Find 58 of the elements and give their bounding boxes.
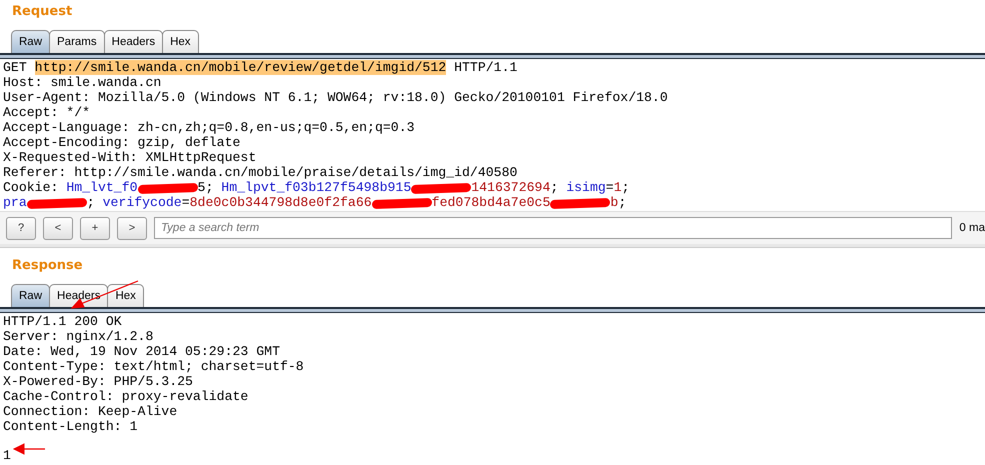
code-text: HTTP/1.1 200 OK: [3, 314, 122, 329]
code-text: Accept-Encoding: gzip, deflate: [3, 135, 240, 150]
tab[interactable]: Hex: [162, 30, 199, 53]
code-text: Cache-Control: proxy-revalidate: [3, 389, 248, 404]
toolbar-button[interactable]: ?: [6, 216, 36, 240]
code-text: HTTP/1.1: [453, 60, 518, 75]
section-title: Request: [11, 3, 74, 21]
redaction-scribble: [550, 198, 610, 210]
code-text: Content-Type: text/html; charset=utf-8: [3, 359, 304, 374]
code-text: Server: nginx/1.2.8: [3, 329, 154, 344]
code-text: Date: Wed, 19 Nov 2014 05:29:23 GMT: [3, 344, 280, 359]
tab[interactable]: Params: [49, 30, 105, 53]
search-field[interactable]: Type a search term: [154, 217, 952, 239]
code-text: Accept-Language: zh-cn,zh;q=0.8,en-us;q=0.5,en;q=0.3: [3, 120, 415, 135]
tab[interactable]: Hex: [107, 284, 144, 307]
code-text: 5;: [198, 180, 214, 195]
code-text: ;: [622, 180, 630, 195]
code-text: =: [182, 195, 190, 210]
redaction-scribble: [372, 198, 432, 210]
code-text: Content-Length: 1: [3, 419, 138, 434]
code-text: X-Powered-By: PHP/5.3.25: [3, 374, 193, 389]
toolbar-button[interactable]: >: [117, 216, 147, 240]
code-text: Connection: Keep-Alive: [3, 404, 178, 419]
cookie-name: pra: [3, 195, 27, 210]
tab[interactable]: Headers: [49, 284, 108, 307]
section-title: Response: [11, 257, 84, 275]
code-text: X-Requested-With: XMLHttpRequest: [3, 150, 256, 165]
code-text: Accept: */*: [3, 105, 90, 120]
code-text: ;: [86, 195, 96, 210]
code-text: =: [606, 180, 614, 195]
cookie-value: b: [610, 195, 618, 210]
code-text: Cookie:: [3, 180, 60, 195]
cookie-value: 1: [614, 180, 622, 195]
response-body: 1: [3, 448, 11, 463]
cookie-value: 1416372694: [471, 180, 550, 195]
code-text: GET: [3, 60, 28, 75]
code-text: Referer: http://smile.wanda.cn/mobile/praise/details/img_id/40580: [3, 165, 518, 180]
redaction-scribble: [26, 198, 87, 210]
match-count: 0 ma: [959, 222, 985, 234]
toolbar-button[interactable]: <: [43, 216, 73, 240]
code-text: Host: smile.wanda.cn: [3, 75, 162, 90]
redaction-scribble: [138, 182, 198, 194]
code-text: ;: [618, 195, 626, 210]
tab[interactable]: Raw: [11, 284, 50, 307]
toolbar-button[interactable]: +: [80, 216, 110, 240]
cookie-value: 8de0c0b344798d8e0f2fa66: [190, 195, 372, 210]
annotation-arrow: [12, 443, 45, 455]
highlighted-url: http://smile.wanda.cn/mobile/review/getdel/imgid/512: [34, 60, 446, 75]
tab[interactable]: Headers: [104, 30, 164, 53]
cookie-name: Hm_lvt_f0: [66, 180, 138, 195]
cookie-value: fed078bd4a7e0c5: [432, 195, 550, 210]
code-text: ;: [550, 180, 560, 195]
cookie-name: verifycode: [102, 195, 182, 210]
cookie-name: Hm_lpvt_f03b127f5498b915: [221, 180, 412, 195]
tab[interactable]: Raw: [11, 30, 50, 53]
redaction-scribble: [411, 182, 472, 194]
code-text: User-Agent: Mozilla/5.0 (Windows NT 6.1; WOW64; rv:18.0) Gecko/20100101 Firefox/18.0: [3, 90, 668, 105]
cookie-name: isimg: [566, 180, 606, 195]
